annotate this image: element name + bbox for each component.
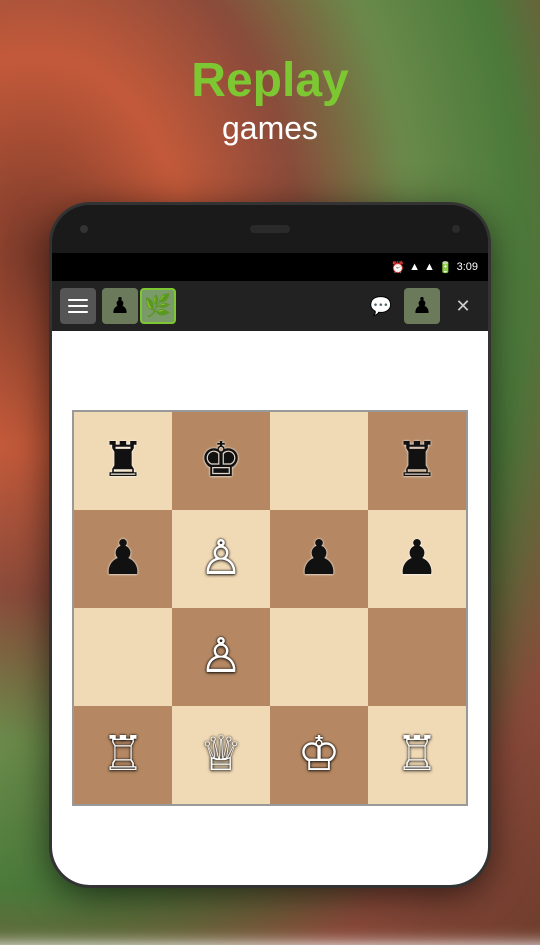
board-cell-2-0 bbox=[74, 608, 172, 706]
chat-button[interactable]: 💬 bbox=[364, 289, 398, 323]
toolbar-avatars: ♟ 🌿 bbox=[102, 288, 358, 324]
wifi-icon: ▲ bbox=[409, 261, 420, 273]
board-cell-3-1: ♕ bbox=[172, 706, 270, 804]
front-camera bbox=[452, 225, 460, 233]
camera-dot bbox=[80, 225, 88, 233]
piece-1-1: ♙ bbox=[199, 535, 242, 583]
board-cell-3-2: ♔ bbox=[270, 706, 368, 804]
avatar-profile[interactable]: ♟ bbox=[404, 288, 440, 324]
menu-button[interactable] bbox=[60, 288, 96, 324]
status-icons: ⏰ ▲ ▲ 🔋 3:09 bbox=[391, 261, 478, 274]
piece-0-1: ♚ bbox=[199, 437, 242, 485]
board-cell-0-3: ♜ bbox=[368, 412, 466, 510]
piece-1-3: ♟ bbox=[395, 535, 438, 583]
board-cell-0-2 bbox=[270, 412, 368, 510]
replay-title: Replay bbox=[0, 55, 540, 108]
avatar-1[interactable]: ♟ bbox=[102, 288, 138, 324]
phone-frame: ⏰ ▲ ▲ 🔋 3:09 ♟ 🌿 💬 ♟ ✕ ♜ ♚ ♜ ♟ ♙ ♟ ♟ ♙ ♖ ♕ ♔ ♖ bbox=[52, 205, 488, 885]
board-cell-1-0: ♟ bbox=[74, 510, 172, 608]
menu-line-1 bbox=[68, 299, 88, 301]
board-cell-1-1: ♙ bbox=[172, 510, 270, 608]
piece-0-3: ♜ bbox=[395, 437, 438, 485]
piece-1-0: ♟ bbox=[101, 535, 144, 583]
board-cell-2-2 bbox=[270, 608, 368, 706]
piece-1-2: ♟ bbox=[297, 535, 340, 583]
toolbar-right: 💬 ♟ ✕ bbox=[364, 288, 480, 324]
piece-2-1: ♙ bbox=[199, 633, 242, 681]
board-cell-1-2: ♟ bbox=[270, 510, 368, 608]
piece-3-1: ♕ bbox=[199, 731, 242, 779]
battery-icon: 🔋 bbox=[439, 261, 453, 274]
phone-screen: ♜ ♚ ♜ ♟ ♙ ♟ ♟ ♙ ♖ ♕ ♔ ♖ bbox=[52, 331, 488, 885]
board-cell-3-3: ♖ bbox=[368, 706, 466, 804]
alarm-icon: ⏰ bbox=[391, 261, 405, 274]
status-time: 3:09 bbox=[457, 261, 478, 273]
piece-0-0: ♜ bbox=[101, 437, 144, 485]
board-cell-0-1: ♚ bbox=[172, 412, 270, 510]
board-cell-2-1: ♙ bbox=[172, 608, 270, 706]
chess-board: ♜ ♚ ♜ ♟ ♙ ♟ ♟ ♙ ♖ ♕ ♔ ♖ bbox=[72, 410, 468, 806]
menu-line-2 bbox=[68, 305, 88, 307]
speaker bbox=[250, 225, 290, 233]
close-button[interactable]: ✕ bbox=[446, 289, 480, 323]
signal-icon: ▲ bbox=[424, 261, 435, 273]
board-wrapper: ♜ ♚ ♜ ♟ ♙ ♟ ♟ ♙ ♖ ♕ ♔ ♖ bbox=[52, 331, 488, 885]
board-cell-2-3 bbox=[368, 608, 466, 706]
piece-3-3: ♖ bbox=[395, 731, 438, 779]
board-cell-1-3: ♟ bbox=[368, 510, 466, 608]
phone-top-bar bbox=[52, 205, 488, 253]
title-area: Replay games bbox=[0, 55, 540, 149]
avatar-2[interactable]: 🌿 bbox=[140, 288, 176, 324]
piece-3-2: ♔ bbox=[297, 731, 340, 779]
games-title: games bbox=[0, 108, 540, 150]
piece-3-0: ♖ bbox=[101, 731, 144, 779]
menu-line-3 bbox=[68, 311, 88, 313]
board-cell-0-0: ♜ bbox=[74, 412, 172, 510]
app-toolbar: ♟ 🌿 💬 ♟ ✕ bbox=[52, 281, 488, 331]
status-bar: ⏰ ▲ ▲ 🔋 3:09 bbox=[52, 253, 488, 281]
board-cell-3-0: ♖ bbox=[74, 706, 172, 804]
